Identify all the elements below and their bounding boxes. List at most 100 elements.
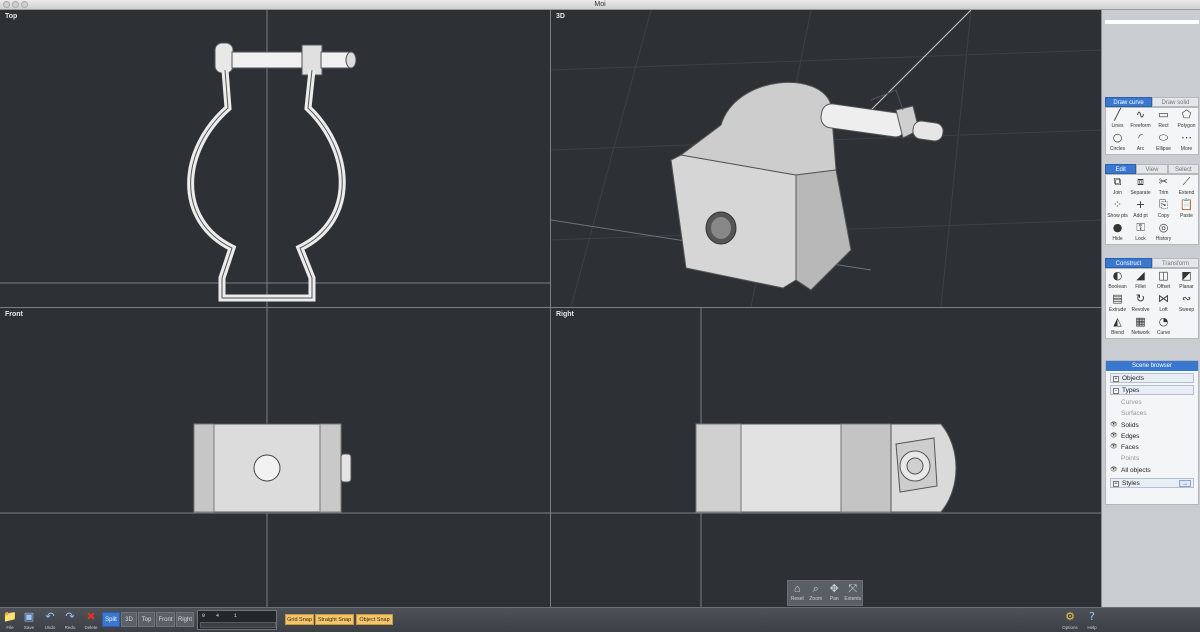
save-button[interactable]: ▣ Save	[19, 610, 39, 632]
tool-show-pts[interactable]: ⁘ Show pts	[1106, 198, 1129, 221]
eye-icon[interactable]: 👁	[1110, 442, 1118, 453]
tab-draw-solid[interactable]: Draw solid	[1152, 97, 1199, 107]
viewport-right[interactable]: Right	[551, 308, 1101, 607]
scene-types-group[interactable]: − Types	[1110, 385, 1194, 395]
tab-select[interactable]: Select	[1167, 164, 1199, 174]
tab-transform[interactable]: Transform	[1152, 258, 1199, 268]
tool-blend[interactable]: ◭ Blend	[1106, 315, 1129, 338]
zoom-view-button[interactable]: ⌕ Zoom	[807, 581, 826, 605]
fillet-icon: ◢	[1136, 269, 1145, 282]
view-controls: ⌂ Reset ⌕ Zoom ✥ Pan ⤧ Extents	[787, 580, 863, 606]
tool-planar[interactable]: ◩ Planar	[1175, 269, 1198, 292]
edit-tool-grid: ⧉ Join ⧈ Separate ✂ Trim ⟋ Extend ⁘ Show pts + Add …	[1105, 174, 1199, 245]
tool-more[interactable]: ⋯ More	[1175, 131, 1198, 154]
viewport-front[interactable]: Front	[0, 308, 550, 607]
tool-boolean[interactable]: ◐ Boolean	[1106, 269, 1129, 292]
coordinate-input-field[interactable]	[200, 622, 276, 628]
tool-circles[interactable]: ○ Circles	[1106, 131, 1129, 154]
tool-join[interactable]: ⧉ Join	[1106, 175, 1129, 198]
viewport-3d-label[interactable]: 3D	[556, 13, 565, 20]
folder-icon: 📁	[3, 610, 17, 623]
viewport-top-label[interactable]: Top	[5, 13, 17, 20]
viewport-split-vertical[interactable]	[550, 10, 551, 607]
scene-type-edges[interactable]: 👁 Edges	[1106, 431, 1198, 442]
tool-label: Freeform	[1130, 123, 1151, 129]
edit-tabs: Edit View Select	[1105, 164, 1199, 174]
options-button[interactable]: ⚙ Options	[1060, 610, 1080, 632]
tool-label: Loft	[1159, 307, 1168, 313]
eye-icon[interactable]: 👁	[1110, 431, 1118, 442]
extents-view-button[interactable]: ⤧ Extents	[844, 581, 863, 605]
reset-view-button[interactable]: ⌂ Reset	[788, 581, 807, 605]
arrow-right-icon[interactable]: →	[1179, 480, 1191, 488]
tab-construct[interactable]: Construct	[1105, 258, 1152, 268]
boolean-icon: ◐	[1112, 269, 1123, 282]
add-pt-icon: +	[1135, 198, 1146, 211]
tool-add-pt[interactable]: + Add pt	[1129, 198, 1152, 221]
tool-fillet[interactable]: ◢ Fillet	[1129, 269, 1152, 292]
tab-view[interactable]: View	[1136, 164, 1168, 174]
tool-label: Arc	[1136, 146, 1145, 152]
scene-type-faces[interactable]: 👁 Faces	[1106, 442, 1198, 453]
separate-icon: ⧈	[1137, 175, 1144, 188]
tool-sweep[interactable]: ∾ Sweep	[1175, 292, 1198, 315]
viewport-top[interactable]: Top	[0, 10, 550, 307]
redo-button[interactable]: ↷ Redo	[60, 610, 80, 632]
tab-draw-curve[interactable]: Draw curve	[1105, 97, 1152, 107]
eye-icon[interactable]: 👁	[1110, 465, 1118, 476]
tool-copy[interactable]: ⎘ Copy	[1152, 198, 1175, 221]
offset-icon: ◫	[1158, 269, 1169, 282]
scene-type-points[interactable]: Points	[1106, 453, 1198, 464]
viewport-split-horizontal[interactable]	[0, 307, 1101, 308]
tool-hide[interactable]: ● Hide	[1106, 221, 1129, 244]
tool-rect[interactable]: ▭ Rect	[1152, 108, 1175, 131]
right-view-drawing	[551, 308, 1101, 607]
tool-offset[interactable]: ◫ Offset	[1152, 269, 1175, 292]
viewport-front-label[interactable]: Front	[5, 311, 23, 318]
straight-snap-toggle[interactable]: Straight Snap	[315, 614, 354, 625]
tool-freeform[interactable]: ∿ Freeform	[1129, 108, 1152, 131]
view-3d-button[interactable]: 3D	[121, 612, 137, 627]
tool-extrude[interactable]: ▤ Extrude	[1106, 292, 1129, 315]
tool-extend[interactable]: ⟋ Extend	[1175, 175, 1198, 198]
tool-lines[interactable]: ╱ Lines	[1106, 108, 1129, 131]
tool-network[interactable]: ▦ Network	[1129, 315, 1152, 338]
grid-snap-toggle[interactable]: Grid Snap	[285, 614, 314, 625]
view-front-button[interactable]: Front	[156, 612, 175, 627]
scene-type-solids[interactable]: 👁 Solids	[1106, 420, 1198, 431]
tool-separate[interactable]: ⧈ Separate	[1129, 175, 1152, 198]
help-button[interactable]: ? Help	[1082, 610, 1102, 632]
coord-y: 4	[216, 613, 220, 619]
tool-history[interactable]: ◎ History	[1152, 221, 1175, 244]
tool-polygon[interactable]: ⬠ Polygon	[1175, 108, 1198, 131]
viewport-right-label[interactable]: Right	[556, 311, 574, 318]
object-snap-toggle[interactable]: Object Snap	[356, 614, 393, 625]
tool-arc[interactable]: ◜ Arc	[1129, 131, 1152, 154]
viewport-3d[interactable]: 3D	[551, 10, 1101, 307]
expand-icon[interactable]: +	[1113, 376, 1119, 382]
file-button[interactable]: 📁 File	[0, 610, 20, 632]
undo-button[interactable]: ↶ Undo	[40, 610, 60, 632]
tool-ellipse[interactable]: ⬭ Ellipse	[1152, 131, 1175, 154]
tab-edit[interactable]: Edit	[1105, 164, 1137, 174]
scene-objects-group[interactable]: + Objects	[1110, 373, 1194, 383]
view-split-button[interactable]: Split	[102, 612, 120, 627]
scene-type-surfaces[interactable]: Surfaces	[1106, 408, 1198, 419]
tool-loft[interactable]: ⋈ Loft	[1152, 292, 1175, 315]
collapse-icon[interactable]: −	[1113, 388, 1119, 394]
view-right-button[interactable]: Right	[176, 612, 194, 627]
expand-icon[interactable]: +	[1113, 481, 1119, 488]
delete-button[interactable]: ✖ Delete	[81, 610, 101, 632]
scene-all-objects[interactable]: 👁 All objects	[1106, 465, 1198, 476]
tool-label: Lock	[1135, 236, 1146, 242]
scene-styles-group[interactable]: + Styles →	[1110, 478, 1194, 489]
tool-curve[interactable]: ◔ Curve	[1152, 315, 1175, 338]
tool-trim[interactable]: ✂ Trim	[1152, 175, 1175, 198]
tool-lock[interactable]: ⚿ Lock	[1129, 221, 1152, 244]
pan-view-button[interactable]: ✥ Pan	[825, 581, 844, 605]
scene-type-curves[interactable]: Curves	[1106, 397, 1198, 408]
tool-revolve[interactable]: ↻ Revolve	[1129, 292, 1152, 315]
eye-icon[interactable]: 👁	[1110, 420, 1118, 431]
tool-paste[interactable]: 📋 Paste	[1175, 198, 1198, 221]
view-top-button[interactable]: Top	[138, 612, 155, 627]
